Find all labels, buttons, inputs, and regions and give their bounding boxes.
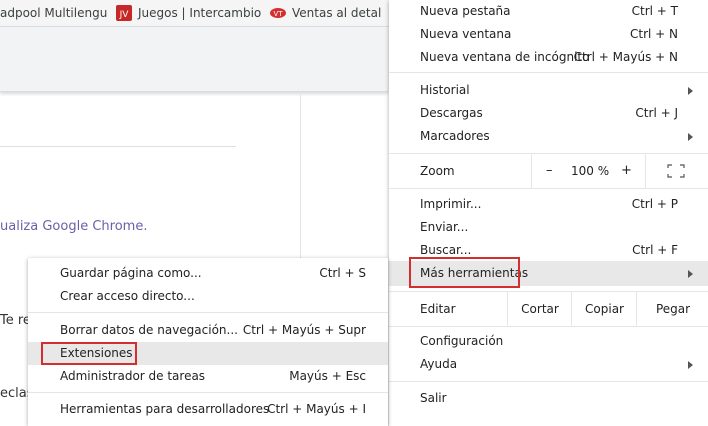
page-text: Te re	[0, 313, 31, 328]
menu-item-clear-data[interactable]: Borrar datos de navegación... Ctrl + May…	[28, 319, 388, 342]
chevron-right-icon	[688, 270, 693, 278]
menu-separator	[389, 72, 708, 73]
chrome-main-menu: Nueva pestaña Ctrl + T Nueva ventana Ctr…	[389, 0, 708, 426]
menu-item-exit[interactable]: Salir	[389, 387, 708, 410]
menu-item-downloads[interactable]: Descargas Ctrl + J	[389, 102, 708, 125]
svg-text:VT: VT	[273, 10, 283, 18]
menu-item-zoom: Zoom	[420, 164, 455, 178]
cut-button[interactable]: Cortar	[507, 292, 572, 326]
menu-separator	[389, 381, 708, 382]
menu-item-help[interactable]: Ayuda	[389, 353, 708, 376]
menu-item-settings[interactable]: Configuración	[389, 330, 708, 353]
menu-separator	[389, 326, 708, 327]
menu-item-print[interactable]: Imprimir... Ctrl + P	[389, 193, 708, 216]
zoom-out-button[interactable]: –	[546, 163, 553, 178]
menu-item-edit: Editar	[420, 302, 456, 316]
paste-button[interactable]: Pegar	[636, 292, 708, 326]
svg-text:JV: JV	[119, 10, 130, 20]
copy-button[interactable]: Copiar	[571, 292, 637, 326]
menu-item-incognito[interactable]: Nueva ventana de incógnito Ctrl + Mayús …	[389, 46, 708, 69]
divider	[0, 146, 236, 147]
menu-item-send[interactable]: Enviar...	[389, 216, 708, 239]
vt-icon: VT	[270, 5, 286, 21]
chevron-right-icon	[688, 133, 693, 141]
jv-icon: JV	[116, 5, 132, 21]
menu-item-task-manager[interactable]: Administrador de tareas Mayús + Esc	[28, 365, 388, 388]
menu-item-new-window[interactable]: Nueva ventana Ctrl + N	[389, 23, 708, 46]
bookmark-label: Ventas al detal	[292, 6, 382, 20]
menu-item-bookmarks[interactable]: Marcadores	[389, 125, 708, 148]
bookmark-label: adpool Multilengu	[0, 6, 108, 20]
bookmark-item[interactable]: VT Ventas al detal	[270, 5, 381, 21]
menu-separator	[389, 188, 708, 189]
menu-item-dev-tools[interactable]: Herramientas para desarrolladores Ctrl +…	[28, 398, 388, 421]
chevron-right-icon	[688, 87, 693, 95]
bookmark-item[interactable]: adpool Multilengu	[0, 5, 107, 21]
menu-separator	[28, 312, 388, 313]
zoom-value: 100 %	[571, 164, 610, 178]
highlight-outline	[41, 342, 137, 365]
menu-item-save-page[interactable]: Guardar página como... Ctrl + S	[28, 262, 388, 285]
menu-item-history[interactable]: Historial	[389, 79, 708, 102]
bookmark-item[interactable]: JV Juegos | Intercambio	[116, 5, 261, 21]
toolbar-area	[0, 27, 388, 92]
menu-separator	[28, 392, 388, 393]
zoom-control: – 100 % +	[531, 154, 646, 188]
zoom-in-button[interactable]: +	[621, 163, 632, 178]
menu-item-new-tab[interactable]: Nueva pestaña Ctrl + T	[389, 0, 708, 23]
highlight-outline	[409, 257, 520, 288]
bookmark-label: Juegos | Intercambio	[138, 6, 262, 20]
update-chrome-link[interactable]: ualiza Google Chrome.	[0, 219, 147, 234]
menu-item-create-shortcut[interactable]: Crear acceso directo...	[28, 285, 388, 308]
fullscreen-button[interactable]	[645, 154, 708, 188]
fullscreen-icon	[667, 164, 685, 181]
chevron-right-icon	[688, 361, 693, 369]
